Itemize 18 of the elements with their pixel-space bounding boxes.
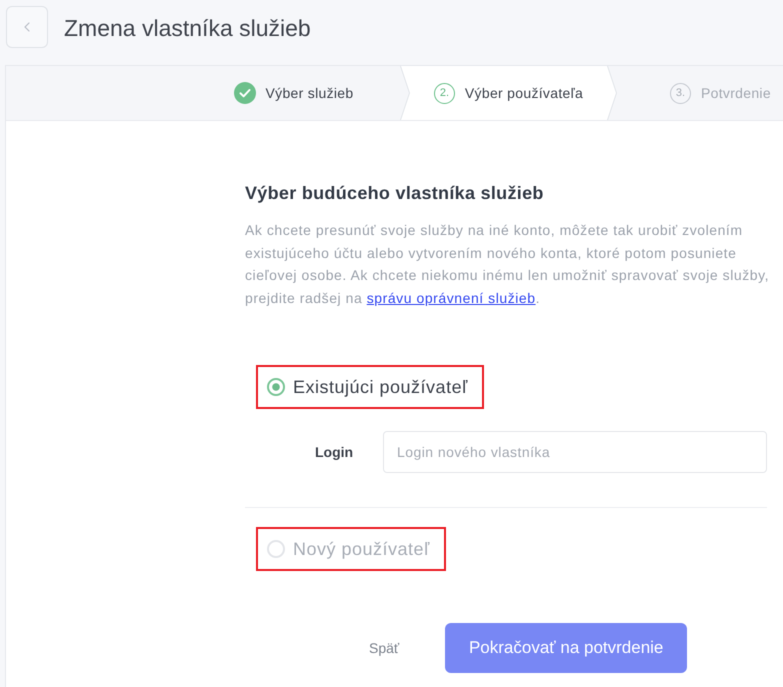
step-number: 2. [434,82,455,104]
step-label: Potvrdenie [701,85,771,101]
permissions-link[interactable]: správu oprávnení služieb [366,290,536,306]
section-heading: Výber budúceho vlastníka služieb [245,182,545,205]
login-field[interactable]: Login nového vlastníka [383,431,767,473]
back-link-button[interactable]: Späť [345,628,424,668]
radio-option[interactable]: Nový používateľ [256,527,446,571]
back-button[interactable] [6,6,48,48]
login-label: Login [315,444,354,460]
description-text: Ak chcete presunúť svoje služby na iné konto, môžete tak urobiť zvolením existujúceho účtu alebo vytvorením nového konta, ktoré potom posuniete cieľovej osobe. Ak chcete niekomu inému len umožniť spravovať svoje služby, prejdite radšej na správu oprávnení služieb. [245,221,770,308]
continue-button[interactable]: Pokračovať na potvrdenie [445,623,688,673]
page-title: Zmena vlastníka služieb [64,14,311,43]
chevron-left-icon [24,22,30,32]
step-number: 3. [670,82,691,104]
step-label: Výber používateľa [464,85,584,101]
step-label: Výber služieb [266,85,354,101]
radio-option[interactable]: Existujúci používateľ [256,365,484,409]
radio-button[interactable] [267,378,285,396]
